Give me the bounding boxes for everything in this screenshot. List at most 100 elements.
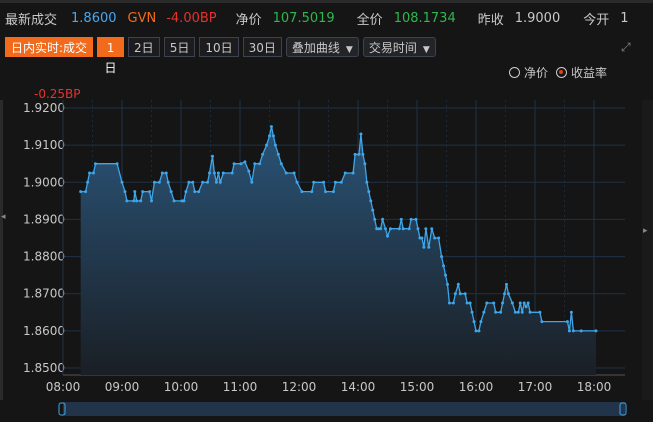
data-point: [363, 162, 367, 166]
data-point: [157, 180, 161, 184]
y-tick-label: 1.9200: [23, 101, 65, 115]
data-point: [343, 171, 347, 175]
data-point: [333, 180, 337, 184]
x-tick-label: 15:00: [400, 380, 435, 394]
data-point: [357, 152, 361, 156]
data-point: [520, 310, 524, 314]
data-point: [221, 171, 225, 175]
data-point: [513, 310, 517, 314]
data-point: [506, 292, 510, 296]
data-point: [458, 292, 462, 296]
data-point: [123, 190, 127, 194]
data-point: [463, 292, 467, 296]
data-point: [528, 310, 532, 314]
data-point: [187, 180, 191, 184]
data-point: [526, 301, 530, 305]
data-point: [172, 199, 176, 203]
data-point: [208, 171, 212, 175]
data-point: [353, 152, 357, 156]
data-point: [522, 301, 526, 305]
data-point: [201, 180, 205, 184]
data-point: [212, 171, 216, 175]
data-point: [524, 305, 528, 309]
data-point: [339, 180, 343, 184]
data-point: [579, 329, 583, 333]
data-point: [166, 180, 170, 184]
data-point: [538, 310, 542, 314]
data-point: [401, 227, 405, 231]
data-point: [499, 310, 503, 314]
data-point: [197, 190, 201, 194]
data-point: [250, 180, 254, 184]
data-point: [253, 162, 257, 166]
data-point: [86, 180, 90, 184]
data-point: [292, 171, 296, 175]
data-point: [440, 255, 444, 259]
data-point: [594, 329, 598, 333]
data-point: [141, 190, 145, 194]
data-point: [510, 301, 514, 305]
collapse-right-icon[interactable]: ▸: [643, 226, 648, 236]
data-point: [120, 180, 124, 184]
data-point: [91, 171, 95, 175]
data-point: [504, 282, 508, 286]
x-tick-label: 08:00: [46, 380, 81, 394]
data-point: [453, 292, 457, 296]
x-tick-label: 11:00: [223, 380, 258, 394]
data-point: [258, 162, 262, 166]
data-point: [164, 171, 168, 175]
data-point: [84, 190, 88, 194]
data-point: [365, 180, 369, 184]
data-point: [216, 171, 220, 175]
data-point: [388, 227, 392, 231]
data-point: [160, 171, 164, 175]
data-point: [492, 301, 496, 305]
data-point: [361, 152, 365, 156]
data-point: [420, 236, 424, 240]
data-point: [430, 227, 434, 231]
data-point: [331, 190, 335, 194]
data-point: [300, 190, 304, 194]
x-tick-label: 16:00: [459, 380, 494, 394]
x-tick-label: 09:00: [105, 380, 140, 394]
yield-area-fill: [80, 126, 596, 375]
right-panel-edge[interactable]: [642, 100, 653, 400]
data-point: [369, 199, 373, 203]
data-point: [409, 217, 413, 221]
y-tick-label: 1.9100: [23, 138, 65, 152]
data-point: [193, 190, 197, 194]
data-point: [518, 301, 522, 305]
intraday-chart: ◂ ▸ 1.9200 1.9100 1.9000 1.8900 1.8800 1.8700…: [0, 100, 653, 416]
y-tick-label: 1.8500: [23, 361, 65, 375]
data-point: [182, 199, 186, 203]
y-tick-label: 1.8600: [23, 324, 65, 338]
data-point: [184, 190, 188, 194]
data-point: [206, 180, 210, 184]
data-point: [540, 320, 544, 324]
data-point: [210, 154, 214, 158]
data-point: [135, 199, 139, 203]
data-point: [433, 236, 437, 240]
data-point: [444, 273, 448, 277]
data-point: [474, 329, 478, 333]
collapse-left-icon[interactable]: ◂: [1, 212, 6, 222]
data-point: [407, 227, 411, 231]
time-range-scrollbar[interactable]: [63, 402, 625, 416]
data-point: [485, 301, 489, 305]
data-point: [379, 227, 383, 231]
data-point: [422, 245, 426, 249]
data-point: [88, 171, 92, 175]
data-point: [276, 152, 280, 156]
data-point: [445, 282, 449, 286]
y-tick-label: 1.8900: [23, 212, 65, 226]
data-point: [384, 227, 388, 231]
data-point: [569, 310, 573, 314]
left-panel-edge[interactable]: [0, 100, 3, 400]
data-point: [367, 190, 371, 194]
data-point: [295, 180, 299, 184]
data-point: [191, 180, 195, 184]
data-point: [115, 162, 119, 166]
data-point: [125, 199, 129, 203]
data-point: [567, 329, 571, 333]
data-point: [214, 180, 218, 184]
